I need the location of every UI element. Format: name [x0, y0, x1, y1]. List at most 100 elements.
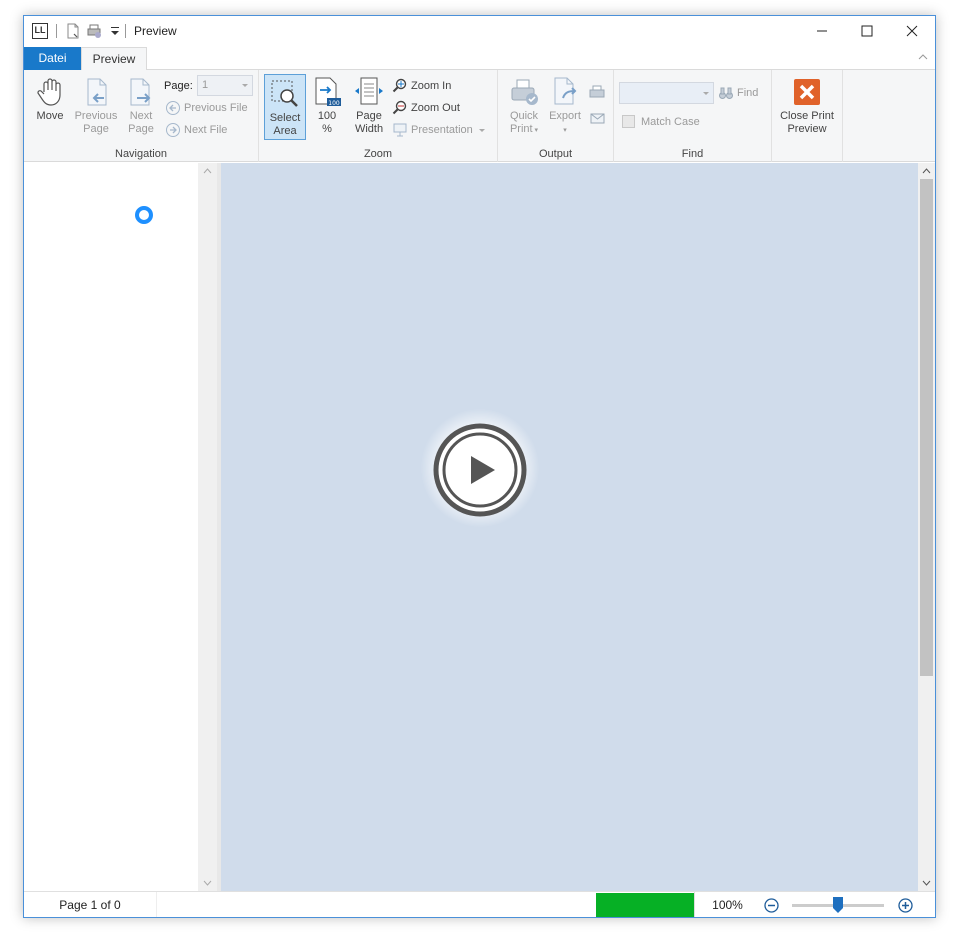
chevron-down-icon: ▾: [532, 127, 539, 134]
select-area-label-2: Area: [273, 125, 297, 137]
minimize-icon: [817, 30, 827, 32]
chevron-down-icon: [478, 129, 485, 133]
zoom-100-button[interactable]: 100 100 %: [309, 73, 345, 139]
tab-file[interactable]: Datei: [24, 47, 81, 70]
scroll-down-icon[interactable]: [203, 879, 212, 887]
zoom-slider-thumb[interactable]: [833, 897, 843, 913]
move-label: Move: [36, 110, 64, 122]
status-bar: Page 1 of 0 100%: [24, 891, 935, 917]
page-width-label-2: Width: [354, 123, 384, 135]
navigation-group: Move Previous Page Next Page Page: 1 Pre…: [24, 70, 259, 162]
zoom-out-icon: [392, 100, 407, 115]
arrow-left-circle-icon: [166, 101, 180, 116]
preview-canvas[interactable]: [221, 163, 918, 891]
zoom-100-label-1: 100: [317, 110, 337, 122]
close-window-button[interactable]: [889, 16, 935, 46]
zoom-in-icon: [392, 78, 407, 93]
scroll-up-icon[interactable]: [203, 167, 212, 175]
match-case-checkbox[interactable]: [622, 115, 635, 128]
next-page-icon: [130, 78, 151, 106]
zoom-out-label: Zoom Out: [411, 102, 460, 114]
find-button[interactable]: Find: [718, 84, 758, 102]
next-page-label-2: Page: [128, 123, 154, 135]
previous-file-button[interactable]: Previous File: [165, 99, 248, 117]
play-icon[interactable]: [433, 423, 527, 517]
title-bar: LL Preview: [24, 16, 935, 47]
select-area-button[interactable]: Select Area: [264, 74, 306, 140]
next-file-button[interactable]: Next File: [165, 121, 227, 139]
zoom-in-button[interactable]: Zoom In: [392, 77, 451, 95]
send-mail-icon[interactable]: [588, 110, 606, 126]
select-area-label-1: Select: [269, 112, 301, 124]
chevron-down-icon: [242, 84, 248, 87]
minimize-button[interactable]: [799, 16, 845, 46]
next-page-button[interactable]: Next Page: [122, 73, 160, 139]
move-button[interactable]: Move: [32, 73, 68, 139]
svg-text:100: 100: [328, 100, 340, 107]
zoom-100-icon: 100: [315, 77, 341, 107]
hand-icon: [37, 78, 61, 106]
export-icon: [554, 77, 577, 105]
next-page-label-1: Next: [129, 110, 153, 122]
quick-print-label-1: Quick: [509, 110, 539, 122]
thumbnail-scrollbar[interactable]: [198, 163, 217, 891]
zoom-in-circle-icon[interactable]: [898, 898, 913, 913]
quick-print-icon: [511, 79, 538, 105]
page-number-combo[interactable]: 1: [197, 75, 253, 96]
print-icon[interactable]: [86, 23, 102, 39]
find-text-combo[interactable]: [619, 82, 714, 104]
presentation-button[interactable]: Presentation: [392, 121, 486, 139]
select-area-icon: [271, 80, 298, 107]
zoom-level-text: 100%: [694, 892, 760, 917]
new-document-icon[interactable]: [65, 23, 81, 39]
zoom-group-label: Zoom: [363, 148, 393, 160]
thumbnail-pane[interactable]: [24, 163, 198, 891]
tab-preview[interactable]: Preview: [81, 47, 147, 71]
zoom-100-label-2: %: [322, 123, 332, 135]
page-number-value: 1: [202, 79, 209, 91]
match-case-label: Match Case: [641, 116, 700, 128]
window-title: Preview: [134, 24, 177, 38]
progress-bar: [596, 893, 694, 917]
collapse-ribbon-icon[interactable]: [917, 51, 929, 63]
page-status-text: Page 1 of 0: [24, 892, 157, 917]
page-width-icon: [355, 77, 383, 105]
scroll-up-icon[interactable]: [922, 167, 931, 175]
preview-scrollbar[interactable]: [918, 163, 935, 891]
app-logo: LL: [32, 23, 48, 39]
zoom-out-button[interactable]: Zoom Out: [392, 99, 460, 117]
previous-page-label-2: Page: [83, 123, 109, 135]
quick-access-dropdown-icon[interactable]: [107, 23, 123, 39]
maximize-button[interactable]: [844, 16, 890, 46]
navigation-group-label: Navigation: [115, 148, 167, 160]
previous-page-icon: [87, 78, 107, 106]
previous-page-button[interactable]: Previous Page: [72, 73, 120, 139]
zoom-group: Select Area 100 100 % Page Width Zoom In…: [259, 70, 498, 162]
print-icon[interactable]: [588, 84, 606, 100]
loading-spinner-icon: [135, 206, 153, 224]
find-label: Find: [737, 87, 759, 99]
close-print-preview-label-2: Preview: [787, 123, 827, 135]
separator: [125, 24, 126, 38]
scrollbar-thumb[interactable]: [920, 179, 933, 676]
page-label: Page:: [164, 80, 193, 92]
ribbon: Move Previous Page Next Page Page: 1 Pre…: [24, 70, 935, 162]
print-preview-window: LL Preview Datei Preview Move Previous P…: [23, 15, 936, 918]
find-group-label: Find: [681, 148, 704, 160]
output-group: Quick Print ▾ Export ▾ Output: [498, 70, 614, 162]
scroll-down-icon[interactable]: [922, 879, 931, 887]
page-width-button[interactable]: Page Width: [348, 73, 390, 139]
presentation-icon: [393, 123, 407, 137]
previous-page-label-1: Previous: [74, 110, 118, 122]
close-print-preview-label-1: Close Print: [780, 110, 834, 122]
chevron-down-icon: ▾: [563, 127, 567, 134]
separator: [56, 24, 57, 38]
chevron-down-icon: [703, 92, 709, 95]
quick-print-button[interactable]: Quick Print ▾: [504, 73, 544, 139]
close-print-preview-button[interactable]: Close Print Preview: [775, 73, 839, 139]
presentation-label: Presentation: [411, 124, 473, 136]
zoom-out-circle-icon[interactable]: [764, 898, 779, 913]
output-group-label: Output: [538, 148, 573, 160]
arrow-right-circle-icon: [166, 123, 180, 138]
export-button[interactable]: Export ▾: [546, 73, 584, 139]
